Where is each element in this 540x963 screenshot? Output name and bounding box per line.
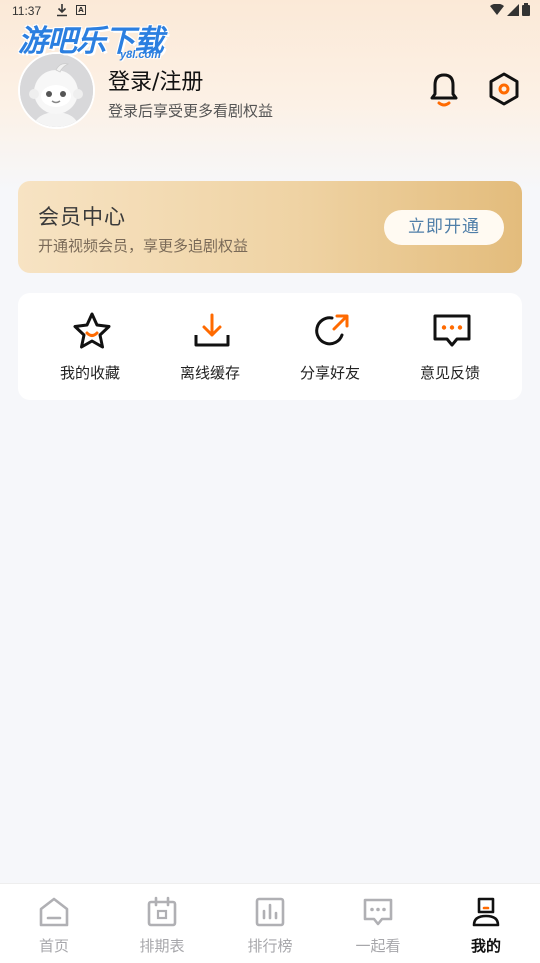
nav-label: 我的 <box>470 937 501 955</box>
wifi-icon <box>490 3 504 15</box>
nav-label: 首页 <box>38 937 69 955</box>
vip-center-card[interactable]: 会员中心 开通视频会员，享更多追剧权益 立即开通 <box>18 181 522 273</box>
nav-watch-together[interactable]: 一起看 <box>324 884 432 963</box>
calendar-icon <box>147 896 177 927</box>
watermark-logo: 游吧乐下载 y8l.com <box>18 16 188 66</box>
chat-icon <box>363 898 393 926</box>
feature-favorites[interactable]: 我的收藏 <box>30 293 150 400</box>
status-indicators <box>490 3 530 16</box>
home-icon <box>39 897 69 927</box>
feedback-icon <box>433 314 471 347</box>
feature-label: 意见反馈 <box>419 364 480 382</box>
vip-title: 会员中心 <box>38 205 126 229</box>
feature-share[interactable]: 分享好友 <box>270 293 390 400</box>
nav-label: 一起看 <box>355 937 401 955</box>
status-a-icon: A <box>76 5 86 15</box>
feature-feedback[interactable]: 意见反馈 <box>390 293 510 400</box>
login-hint-text: 登录后享受更多看剧权益 <box>108 102 274 120</box>
nav-mine[interactable]: 我的 <box>432 884 540 963</box>
feature-label: 我的收藏 <box>59 364 120 382</box>
feature-label: 分享好友 <box>299 364 360 382</box>
bell-icon[interactable] <box>427 70 461 108</box>
profile-icon <box>472 897 500 927</box>
download-icon <box>194 313 230 347</box>
download-status-icon <box>57 4 67 17</box>
feature-grid: 我的收藏 离线缓存 分享好友 意见反馈 <box>18 293 522 400</box>
share-icon <box>315 314 349 346</box>
ranking-icon <box>255 897 285 927</box>
nav-home[interactable]: 首页 <box>0 884 108 963</box>
battery-icon <box>522 3 530 16</box>
nav-schedule[interactable]: 排期表 <box>108 884 216 963</box>
login-register-link[interactable]: 登录/注册 <box>108 64 203 96</box>
bottom-nav: 首页 排期表 排行榜 一起看 我的 <box>0 883 540 963</box>
nav-ranking[interactable]: 排行榜 <box>216 884 324 963</box>
star-icon <box>73 312 111 349</box>
nav-label: 排行榜 <box>247 937 293 955</box>
watermark-main-text: 游吧乐下载 <box>18 24 164 59</box>
vip-activate-button[interactable]: 立即开通 <box>384 210 504 245</box>
nav-label: 排期表 <box>139 937 185 955</box>
settings-icon[interactable] <box>487 71 521 107</box>
watermark-sub-text: y8l.com <box>120 49 161 61</box>
signal-icon <box>507 3 519 16</box>
feature-label: 离线缓存 <box>179 364 240 382</box>
feature-offline-cache[interactable]: 离线缓存 <box>150 293 270 400</box>
vip-subtitle: 开通视频会员，享更多追剧权益 <box>38 237 249 255</box>
